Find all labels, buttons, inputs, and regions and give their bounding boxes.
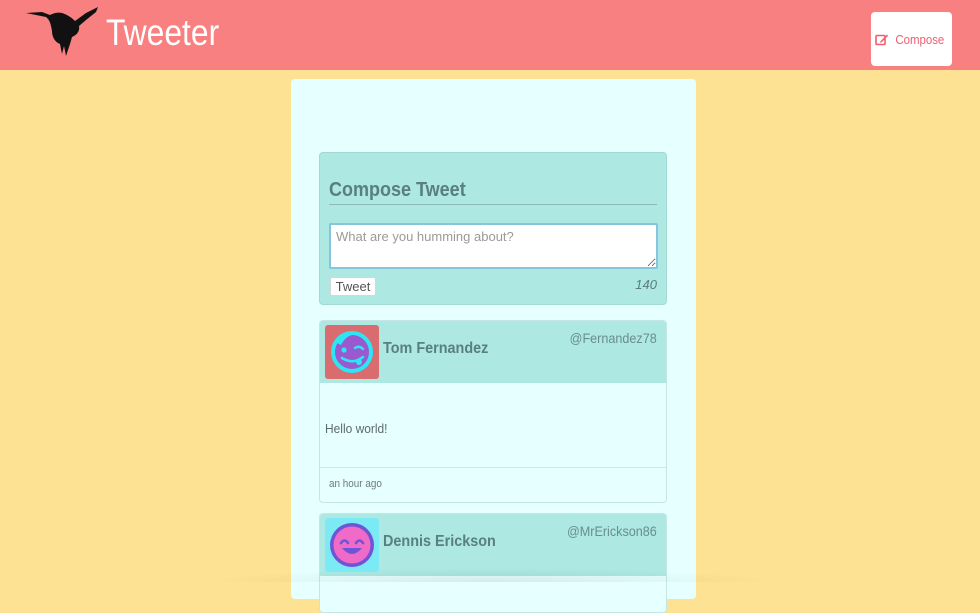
tweet-divider <box>320 467 666 468</box>
tweet-author-handle: @Fernandez78 <box>569 330 657 346</box>
tweet-card: Tom Fernandez @Fernandez78 Hello world! … <box>319 320 667 503</box>
hummingbird-logo-icon <box>26 7 98 56</box>
tweet-author-handle: @MrErickson86 <box>567 523 657 539</box>
compose-title: Compose Tweet <box>329 179 466 201</box>
tweet-header: Dennis Erickson @MrErickson86 <box>320 514 666 576</box>
tweet-submit-button[interactable]: Tweet <box>330 277 376 296</box>
tweet-textarea[interactable] <box>329 223 658 269</box>
main-container: Compose Tweet Tweet 140 Tom Fernandez @F… <box>291 79 696 613</box>
compose-tweet-section: Compose Tweet Tweet 140 <box>319 152 667 305</box>
tweet-timestamp: an hour ago <box>329 478 382 490</box>
compose-nav-label: Compose <box>895 31 945 47</box>
top-navbar: Tweeter Compose <box>0 0 980 70</box>
tweet-header: Tom Fernandez @Fernandez78 <box>320 321 666 383</box>
character-counter: 140 <box>635 277 657 292</box>
winking-face-avatar-icon <box>325 325 379 379</box>
compose-divider <box>329 204 657 205</box>
tweet-body: Hello world! <box>325 421 388 436</box>
app-brand-title: Tweeter <box>106 12 220 53</box>
edit-icon <box>875 34 889 45</box>
tweet-author-name: Dennis Erickson <box>383 533 496 550</box>
tweet-author-name: Tom Fernandez <box>383 340 489 357</box>
compose-nav-button[interactable]: Compose <box>871 12 952 66</box>
smiling-face-avatar-icon <box>325 518 379 572</box>
tweet-card: Dennis Erickson @MrErickson86 <box>319 513 667 613</box>
